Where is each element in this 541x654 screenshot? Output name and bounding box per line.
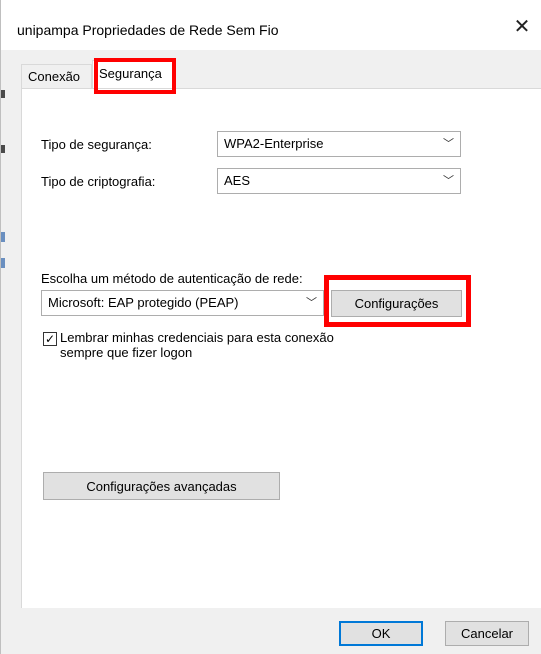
- remember-credentials-label-line1: Lembrar minhas credenciais para esta con…: [60, 330, 334, 345]
- chevron-down-icon: ﹀: [443, 175, 454, 187]
- tab-seguranca[interactable]: Segurança: [92, 60, 174, 89]
- tab-conexao[interactable]: Conexão: [21, 64, 92, 88]
- cancel-button[interactable]: Cancelar: [445, 621, 529, 646]
- edge-mark: [1, 232, 5, 242]
- remember-credentials-checkbox[interactable]: ✓: [43, 332, 57, 346]
- auth-method-label: Escolha um método de autenticação de red…: [41, 271, 303, 286]
- remember-credentials-label-line2: sempre que fizer logon: [60, 345, 193, 360]
- auth-method-select[interactable]: Microsoft: EAP protegido (PEAP) ﹀: [41, 290, 324, 316]
- auth-method-value: Microsoft: EAP protegido (PEAP): [48, 295, 239, 310]
- chevron-down-icon: ﹀: [443, 138, 454, 150]
- advanced-settings-button[interactable]: Configurações avançadas: [43, 472, 280, 500]
- edge-mark: [1, 90, 5, 98]
- encryption-type-select[interactable]: AES ﹀: [217, 168, 461, 194]
- encryption-type-value: AES: [224, 173, 251, 188]
- security-type-select[interactable]: WPA2-Enterprise ﹀: [217, 131, 461, 157]
- ok-button[interactable]: OK: [339, 621, 423, 646]
- title-bar: unipampa Propriedades de Rede Sem Fio ✕: [1, 0, 541, 50]
- security-type-label: Tipo de segurança:: [41, 137, 152, 152]
- background-window-edge: [1, 0, 7, 654]
- edge-mark: [1, 258, 5, 268]
- window-title: unipampa Propriedades de Rede Sem Fio: [17, 22, 279, 38]
- security-type-value: WPA2-Enterprise: [224, 136, 324, 151]
- edge-mark: [1, 145, 5, 153]
- close-icon[interactable]: ✕: [503, 8, 541, 44]
- checkmark-icon: ✓: [44, 332, 56, 346]
- chevron-down-icon: ﹀: [306, 297, 317, 309]
- dialog-window: unipampa Propriedades de Rede Sem Fio ✕ …: [0, 0, 541, 654]
- auth-settings-button[interactable]: Configurações: [331, 290, 462, 317]
- encryption-type-label: Tipo de criptografia:: [41, 174, 156, 189]
